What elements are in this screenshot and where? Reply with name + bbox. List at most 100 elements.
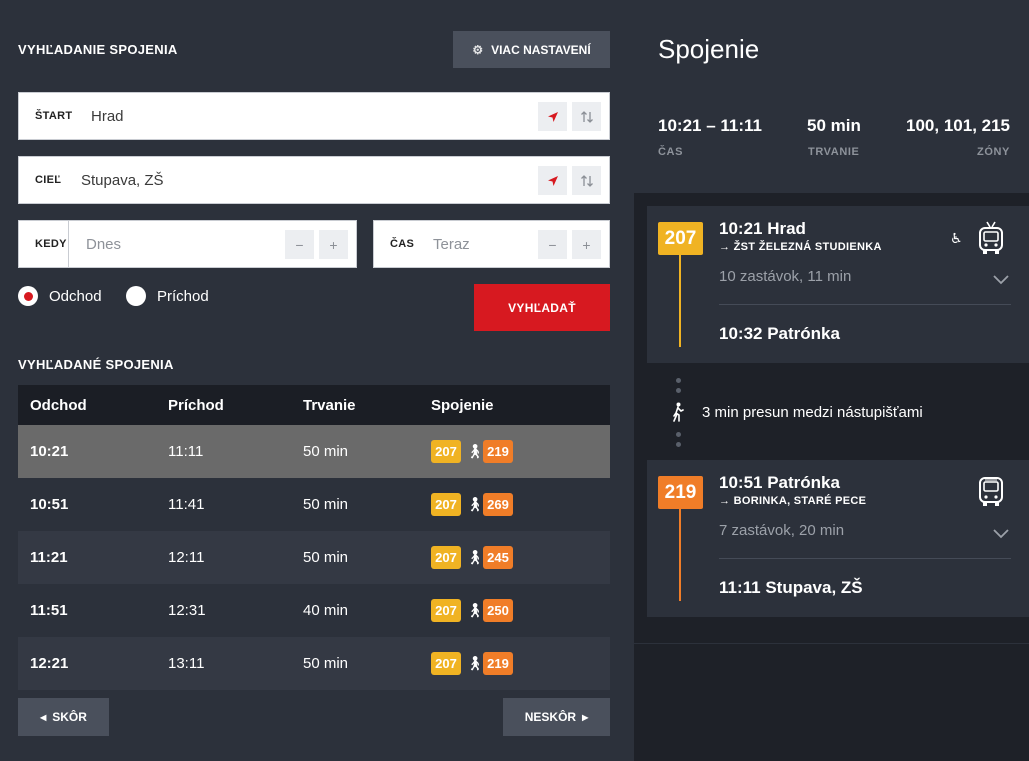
detail-title: Spojenie — [658, 34, 760, 64]
search-button[interactable]: VYHĽADAŤ — [474, 284, 610, 331]
line-badge: 207 — [431, 440, 461, 463]
locate-destination-button[interactable] — [538, 166, 567, 195]
leg-stops: 7 zastávok, 20 min — [719, 522, 845, 539]
caret-right-icon: ▶ — [582, 712, 589, 722]
line-badge: 219 — [483, 652, 513, 675]
swap-button[interactable] — [572, 102, 601, 131]
results-table: Odchod Príchod Trvanie Spojenie 10:21 11… — [18, 385, 610, 690]
results-title: VYHĽADANÉ SPOJENIA — [18, 357, 174, 372]
panel-divider — [634, 643, 1029, 644]
radio-arrival[interactable]: Príchod — [126, 286, 209, 306]
row-departure: 12:21 — [30, 655, 69, 672]
wheelchair-icon: ♿ — [950, 230, 963, 246]
chevron-down-icon[interactable] — [993, 275, 1009, 285]
walk-icon: 🚶︎ — [466, 602, 484, 618]
time-label: ČAS — [390, 238, 415, 250]
row-arrival: 13:11 — [168, 655, 205, 672]
row-duration: 40 min — [303, 602, 349, 619]
row-arrival: 12:11 — [168, 549, 205, 566]
radio-selected-icon — [18, 286, 38, 306]
leg-direction: → BORINKA, STARÉ PECE — [719, 495, 867, 507]
line-badge: 207 — [431, 493, 461, 516]
row-duration: 50 min — [303, 496, 349, 513]
summary-duration-label: TRVANIE — [808, 146, 860, 158]
locate-start-button[interactable] — [538, 102, 567, 131]
leg-card[interactable]: 219 10:51 Patrónka → BORINKA, STARÉ PECE… — [647, 460, 1029, 617]
time-plus-button[interactable]: + — [572, 230, 601, 259]
col-duration: Trvanie — [303, 396, 356, 414]
leg-card[interactable]: 207 10:21 Hrad → ŽST ŽELEZNÁ STUDIENKA ♿… — [647, 206, 1029, 363]
later-label: NESKÔR — [524, 710, 577, 724]
table-row[interactable]: 10:21 11:11 50 min 207 🚶︎ 219 — [18, 425, 610, 478]
radio-departure-label: Odchod — [49, 287, 102, 305]
table-row[interactable]: 11:51 12:31 40 min 207 🚶︎ 250 — [18, 584, 610, 637]
row-connection: 207 🚶︎ 269 — [431, 493, 513, 516]
line-badge: 207 — [431, 546, 461, 569]
swap-arrows-icon — [580, 110, 593, 123]
time-field[interactable]: ČAS Teraz − + — [373, 220, 610, 268]
date-minus-button[interactable]: − — [285, 230, 314, 259]
swap-arrows-icon — [580, 174, 593, 187]
row-connection: 207 🚶︎ 219 — [431, 652, 513, 675]
line-badge: 269 — [483, 493, 513, 516]
line-badge: 245 — [483, 546, 513, 569]
location-arrow-icon — [547, 175, 558, 186]
route-line — [679, 255, 681, 347]
start-field[interactable]: ŠTART Hrad — [18, 92, 610, 140]
more-settings-label: VIAC NASTAVENÍ — [491, 42, 591, 57]
radio-departure[interactable]: Odchod — [18, 286, 102, 306]
walk-icon: 🚶︎ — [466, 655, 484, 671]
destination-label: CIEĽ — [35, 174, 62, 186]
leg-arrival: 11:11 Stupava, ZŠ — [719, 578, 863, 597]
date-plus-button[interactable]: + — [319, 230, 348, 259]
row-connection: 207 🚶︎ 250 — [431, 599, 513, 622]
row-departure: 11:21 — [30, 549, 68, 566]
table-row[interactable]: 12:21 13:11 50 min 207 🚶︎ 219 — [18, 637, 610, 690]
line-number-badge: 219 — [658, 476, 703, 509]
earlier-button[interactable]: ◀ SKÔR — [18, 698, 109, 736]
line-badge: 219 — [483, 440, 513, 463]
swap-button-2[interactable] — [572, 166, 601, 195]
leg-departure: 10:21 Hrad — [719, 219, 806, 238]
row-arrival: 11:11 — [168, 443, 204, 460]
leg-direction: → ŽST ŽELEZNÁ STUDIENKA — [719, 241, 882, 253]
radio-unselected-icon — [126, 286, 146, 306]
date-input[interactable]: Dnes — [86, 236, 121, 253]
walk-icon: 🚶︎ — [466, 496, 484, 512]
date-field[interactable]: KEDY Dnes − + — [18, 220, 357, 268]
time-input[interactable]: Teraz — [433, 236, 470, 253]
transfer-text: 3 min presun medzi nástupišťami — [702, 404, 923, 421]
leg-divider — [719, 558, 1011, 559]
destination-field[interactable]: CIEĽ Stupava, ZŠ — [18, 156, 610, 204]
row-duration: 50 min — [303, 549, 349, 566]
destination-value[interactable]: Stupava, ZŠ — [81, 172, 164, 189]
earlier-label: SKÔR — [52, 710, 87, 724]
detail-header: Spojenie 10:21 – 11:11 ČAS 50 min TRVANI… — [634, 0, 1029, 193]
transfer-dot — [676, 388, 681, 393]
line-badge: 250 — [483, 599, 513, 622]
transfer-dot — [676, 442, 681, 447]
summary-zones: 100, 101, 215 — [906, 116, 1010, 135]
row-connection: 207 🚶︎ 219 — [431, 440, 513, 463]
gear-icon: ⚙ — [472, 42, 484, 57]
line-badge: 207 — [431, 652, 461, 675]
later-button[interactable]: NESKÔR ▶ — [503, 698, 610, 736]
summary-time: 10:21 – 11:11 — [658, 116, 762, 135]
summary-zones-label: ZÓNY — [977, 146, 1010, 158]
bus-icon — [979, 477, 1003, 506]
table-row[interactable]: 10:51 11:41 50 min 207 🚶︎ 269 — [18, 478, 610, 531]
row-departure: 10:21 — [30, 443, 69, 460]
date-divider — [68, 221, 69, 267]
search-panel: VYHĽADANIE SPOJENIA ⚙ VIAC NASTAVENÍ ŠTA… — [0, 0, 634, 761]
table-row[interactable]: 11:21 12:11 50 min 207 🚶︎ 245 — [18, 531, 610, 584]
row-duration: 50 min — [303, 443, 349, 460]
time-minus-button[interactable]: − — [538, 230, 567, 259]
start-value[interactable]: Hrad — [91, 108, 124, 125]
transfer-dot — [676, 378, 681, 383]
row-arrival: 11:41 — [168, 496, 205, 513]
more-settings-button[interactable]: ⚙ VIAC NASTAVENÍ — [453, 31, 610, 68]
start-label: ŠTART — [35, 110, 73, 122]
chevron-down-icon[interactable] — [993, 529, 1009, 539]
col-departure: Odchod — [30, 396, 87, 414]
line-badge: 207 — [431, 599, 461, 622]
